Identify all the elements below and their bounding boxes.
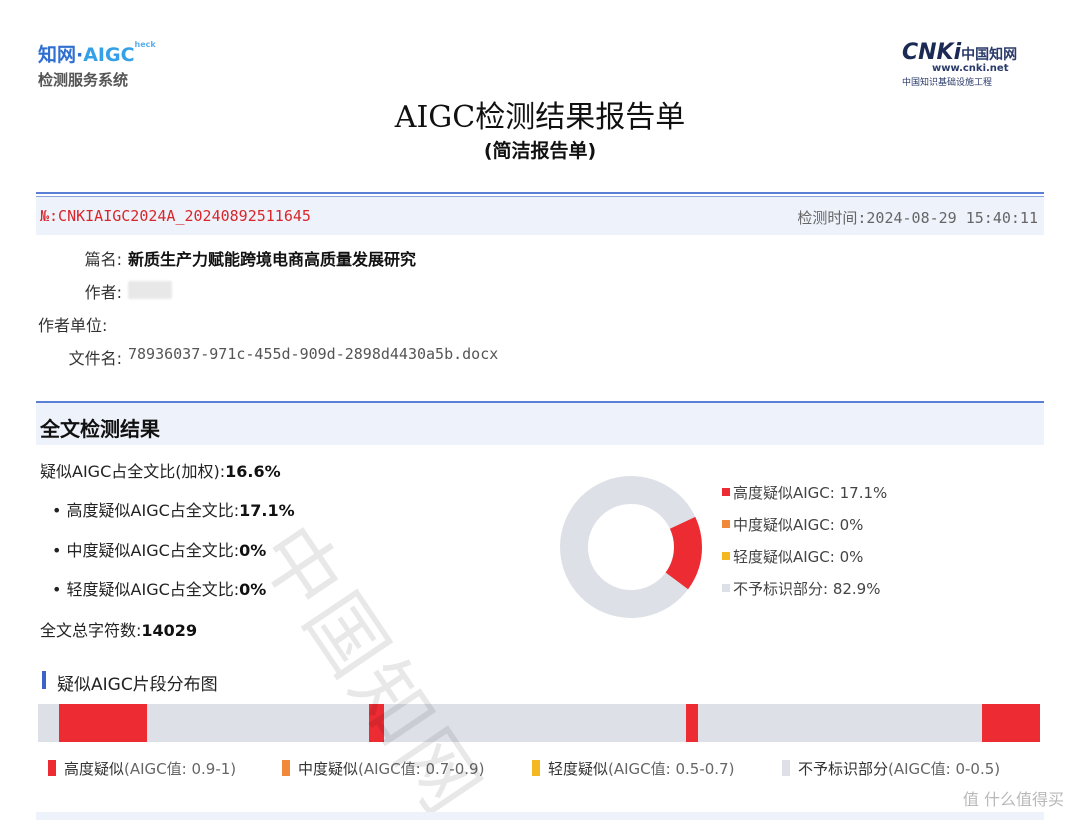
legend-swatch [532,759,540,776]
aigc-segment [59,704,148,742]
legend-swatch [282,759,290,776]
results-header-band [36,403,1044,445]
slice-unmarked [560,476,702,618]
dist-legend-unmarked: 不予标识部分(AIGC值: 0-0.5) [782,758,1000,779]
legend-range: (AIGC值: 0-0.5) [888,760,1001,778]
bottom-band [36,812,1044,820]
aigc-check-logo: 知网·AIGCheck 检测服务系统 [38,40,178,92]
total-chars-value: 14029 [141,621,198,640]
legend-item-high: 高度疑似AIGC: 17.1% [722,482,887,503]
distribution-title: 疑似AIGC片段分布图 [57,675,218,695]
aigc-segment [981,704,1040,742]
logo-text-sub: heck [134,40,156,49]
legend-name: 高度疑似 [64,760,125,778]
aigc-segment [686,704,699,742]
low-ratio-label: • 轻度疑似AIGC占全文比: [52,580,240,599]
legend-swatch [722,551,730,560]
author-label: 作者: [84,283,122,302]
unit-label: 作者单位: [38,316,108,335]
legend-label: 高度疑似AIGC: 17.1% [733,484,888,502]
weighted-ratio-label: 疑似AIGC占全文比(加权): [40,462,226,481]
high-ratio-label: • 高度疑似AIGC占全文比: [52,501,240,520]
report-number: №:CNKIAIGC2024A_20240892511645 [40,207,311,225]
weighted-ratio: 疑似AIGC占全文比(加权):16.6% [40,458,281,482]
total-chars: 全文总字符数:14029 [40,617,197,641]
mid-ratio-label: • 中度疑似AIGC占全文比: [52,541,240,560]
legend-swatch [722,583,730,592]
low-ratio: • 轻度疑似AIGC占全文比:0% [52,576,266,600]
cnki-tagline: 中国知识基础设施工程 [902,78,993,88]
cnki-url: www.cnki.net [932,63,1009,74]
weighted-ratio-value: 16.6% [225,462,281,481]
total-chars-label: 全文总字符数: [40,621,142,640]
cnki-brand: CNKi [902,40,962,65]
legend-swatch [48,759,56,776]
logo-text-b: AIGC [83,44,135,66]
legend-label: 不予标识部分: 82.9% [733,580,881,598]
report-title: AIGC检测结果报告单 [394,100,686,135]
logo-subtitle: 检测服务系统 [38,71,129,89]
aigc-donut-chart [560,476,702,618]
title-label: 篇名: [84,250,122,269]
title-value: 新质生产力赋能跨境电商高质量发展研究 [128,250,417,269]
legend-range: (AIGC值: 0.9-1) [124,760,237,778]
dist-legend-low: 轻度疑似(AIGC值: 0.5-0.7) [532,758,734,779]
dist-legend-high: 高度疑似(AIGC值: 0.9-1) [48,758,236,779]
author-redacted [128,281,172,299]
logo-text-a: 知网· [38,44,84,66]
legend-swatch [722,487,730,496]
legend-swatch [782,759,790,776]
file-label: 文件名: [68,349,122,368]
high-ratio-value: 17.1% [239,501,295,520]
distribution-bar [38,704,1040,742]
cnki-cn-name: 中国知网 [961,47,1018,63]
divider [36,192,1044,194]
legend-name: 不予标识部分 [798,760,889,778]
check-time: 检测时间:2024-08-29 15:40:11 [797,209,1038,227]
cnki-watermark: 中国知网 [240,510,499,833]
section-marker [42,671,46,689]
report-subtitle: (简洁报告单) [483,140,597,162]
legend-item-mid: 中度疑似AIGC: 0% [722,514,863,535]
legend-item-low: 轻度疑似AIGC: 0% [722,546,863,567]
legend-label: 轻度疑似AIGC: 0% [733,548,864,566]
results-section-title: 全文检测结果 [40,417,160,441]
site-watermark: 值 什么值得买 [962,790,1064,809]
cnki-logo: CNKi中国知网 www.cnki.net 中国知识基础设施工程 [902,40,1052,92]
legend-label: 中度疑似AIGC: 0% [733,516,864,534]
legend-range: (AIGC值: 0.5-0.7) [608,760,735,778]
high-ratio: • 高度疑似AIGC占全文比:17.1% [52,497,295,521]
legend-name: 轻度疑似 [548,760,609,778]
legend-swatch [722,519,730,528]
legend-item-unmarked: 不予标识部分: 82.9% [722,578,880,599]
mid-ratio: • 中度疑似AIGC占全文比:0% [52,537,266,561]
file-value: 78936037-971c-455d-909d-2898d4430a5b.doc… [128,345,499,363]
legend-name: 中度疑似 [298,760,359,778]
